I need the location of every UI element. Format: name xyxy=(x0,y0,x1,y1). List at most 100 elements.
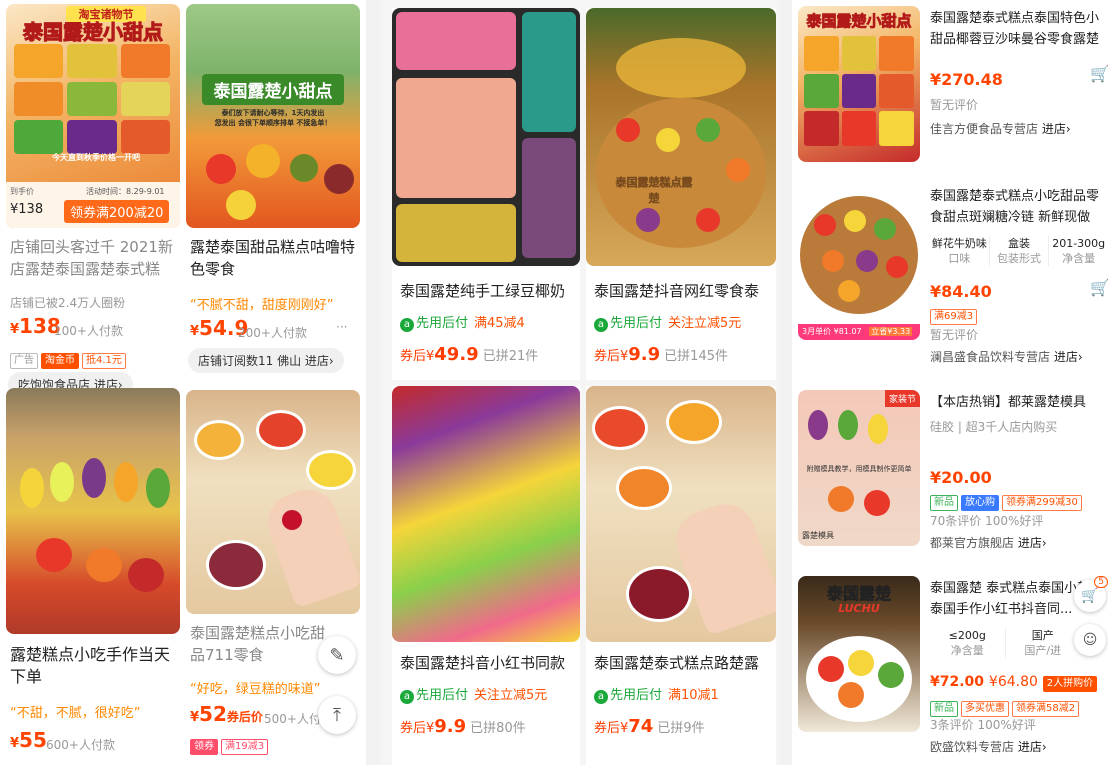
enter-shop-link[interactable]: 进店› xyxy=(1018,740,1047,754)
sold-count: 600+人付款 xyxy=(46,738,115,752)
product-price: ¥55 xyxy=(10,728,47,752)
image-subtitle: LUCHU xyxy=(838,602,880,615)
coupon-tag: 领券满58减2 xyxy=(1012,701,1080,717)
spec-weight: ≤200g 净含量 xyxy=(948,629,986,657)
product-title[interactable]: 泰国露楚泰式糕点泰国特色小甜品椰蓉豆沙味曼谷零食露楚糕... xyxy=(930,8,1108,52)
pay-later-row: a 先用后付 关注立减5元 xyxy=(594,312,741,332)
spec-weight: 201-300g 净含量 xyxy=(1048,236,1108,266)
product-card[interactable]: 泰国露楚小甜点 泰们放下请耐心等待，1天内发出 您发出 会很下单顺序排单 不接急… xyxy=(186,4,360,376)
product-card[interactable]: 泰国露楚泰式糕点路楚露 a 先用后付 满10减1 券后¥74 已拼9件 xyxy=(586,386,776,765)
image-badge: 家装节 xyxy=(884,390,920,407)
spec-row: 鲜花牛奶味 口味 盒装 包装形式 201-300g 净含量 xyxy=(930,236,1108,266)
image-line2: 您发出 会很下单顺序排单 不接急单！ xyxy=(214,119,332,127)
product-grid-panel-middle: 泰国露楚纯手工绿豆椰奶 a 先用后付 满45减4 券后¥49.9 已拼21件 泰国露楚… xyxy=(380,0,780,765)
shop-name: 佳言方便食品专营店 xyxy=(930,122,1039,136)
list-item[interactable]: 家装节 附赠模具教学，用模具制作更简单 露楚模具 【本店热销】都莱露楚模具泰..… xyxy=(792,384,1108,562)
cart-icon[interactable]: 🛒 xyxy=(1090,64,1108,83)
tag-row: 广告 淘金币 抵4.1元 xyxy=(10,348,129,369)
image-date: 活动时间：8.29-9.01 xyxy=(86,187,165,196)
cart-icon[interactable]: 🛒 xyxy=(1090,278,1108,297)
coupon-tag: 领券 xyxy=(190,739,218,755)
pay-later-row: a 先用后付 满10减1 xyxy=(594,684,719,704)
product-image[interactable]: 3月单价 ¥81.07 立省¥3.33 xyxy=(798,184,920,340)
list-item[interactable]: 泰国露楚 LUCHU 泰国露楚 泰式糕点泰国小楚泰国手作小红书抖音同... ≤2… xyxy=(792,570,1108,765)
after-coupon-price: 券后¥49.9 已拼21件 xyxy=(400,344,539,365)
product-price: ¥72.00 ¥64.80 2人拼购价 xyxy=(930,674,1100,692)
image-subtext: 今天直到秋季价格一开吧 xyxy=(52,153,140,162)
review-summary: 70条评价 100%好评 xyxy=(930,514,1044,528)
product-title[interactable]: 泰国露楚抖音网红零食泰 xyxy=(594,280,772,302)
enter-shop-link[interactable]: 进店› xyxy=(1018,536,1047,550)
product-title[interactable]: 店铺回头客过千 2021新店露楚泰国露楚泰式糕 xyxy=(10,236,178,280)
product-subtitle: 硅胶 | 超3千人店内购买 xyxy=(930,420,1058,434)
review-summary: 3条评价 100%好评 xyxy=(930,718,1036,732)
product-list-panel-right: 泰国露楚小甜点 泰国露楚泰式糕点泰国特色小甜品椰蓉豆沙味曼谷零食露楚糕... ¥… xyxy=(792,0,1108,765)
sold-count: 200+人付款 xyxy=(238,326,307,340)
pay-later-row: a 先用后付 关注立减5元 xyxy=(400,684,547,704)
image-text: 附赠模具教学，用模具制作更简单 xyxy=(806,465,912,473)
shop-subscribe-pill[interactable]: 店铺订阅数11 佛山 进店› xyxy=(188,348,344,373)
product-title[interactable]: 泰国露楚泰式糕点路楚露 xyxy=(594,652,772,674)
image-title: 泰国露楚小甜点 xyxy=(806,12,912,31)
product-title[interactable]: 露楚糕点小吃手作当天下单 xyxy=(10,644,178,688)
image-title: 泰国露楚 xyxy=(826,584,892,604)
pay-later-icon: a xyxy=(594,318,608,332)
product-image[interactable]: 泰国露楚小甜点 xyxy=(798,6,920,162)
back-to-top-icon[interactable]: ⤒ xyxy=(318,696,356,734)
spec-origin: 国产 国产/进 xyxy=(1004,628,1081,658)
pay-later-row: a 先用后付 满45减4 xyxy=(400,312,525,332)
product-image[interactable]: 泰国露楚小甜点 泰们放下请耐心等待，1天内发出 您发出 会很下单顺序排单 不接急… xyxy=(186,4,360,228)
shop-row: 澜昌盛食品饮料专营店 进店› xyxy=(930,348,1083,365)
shop-name: 澜昌盛食品饮料专营店 xyxy=(930,350,1051,364)
tag-row: 领券 满19减3 xyxy=(190,734,271,755)
product-image[interactable] xyxy=(186,390,360,614)
product-card[interactable]: 泰国露楚纯手工绿豆椰奶 a 先用后付 满45减4 券后¥49.9 已拼21件 xyxy=(392,8,580,380)
product-title[interactable]: 泰国露楚抖音小红书同款 xyxy=(400,652,578,674)
cart-float-icon[interactable]: 🛒 5 xyxy=(1074,576,1108,612)
product-card[interactable]: 露楚糕点小吃手作当天下单 “不甜，不腻，很好吃” ¥55 600+人付款 xyxy=(6,388,180,765)
enter-shop-link[interactable]: 进店› xyxy=(1054,350,1083,364)
product-title[interactable]: 【本店热销】都莱露楚模具泰... xyxy=(930,392,1108,414)
sold-count: 100+人付款 xyxy=(54,324,123,338)
service-icon[interactable]: ☺ xyxy=(1074,624,1106,656)
shop-row: 欧盛饮料专营店 进店› xyxy=(930,738,1047,755)
product-card[interactable]: 泰国露楚抖音小红书同款 a 先用后付 关注立减5元 券后¥9.9 已拼80件 xyxy=(392,386,580,765)
edit-icon[interactable]: ✎ xyxy=(318,636,356,674)
image-line1: 泰们放下请耐心等待，1天内发出 xyxy=(221,109,325,117)
list-item[interactable]: 3月单价 ¥81.07 立省¥3.33 泰国露楚泰式糕点小吃甜品零食甜点斑斓糖冷… xyxy=(792,178,1108,378)
product-image[interactable]: 淘宝诸物节 泰国露楚小甜点 今天直到秋季价格一开吧 到手价 ¥138 活动时间：… xyxy=(6,4,180,228)
product-title[interactable]: 露楚泰国甜品糕点咕噜特色零食 xyxy=(190,236,358,280)
shop-name: 都莱官方旗舰店 xyxy=(930,536,1015,550)
product-card[interactable]: 淘宝诸物节 泰国露楚小甜点 今天直到秋季价格一开吧 到手价 ¥138 活动时间：… xyxy=(6,4,180,394)
product-image[interactable]: 泰国露楚 LUCHU xyxy=(798,576,920,732)
product-card[interactable]: 泰国露楚糕点露楚 泰国露楚抖音网红零食泰 a 先用后付 关注立减5元 券后¥9.9 已… xyxy=(586,8,776,380)
product-image[interactable] xyxy=(392,386,580,642)
product-title[interactable]: 泰国露楚纯手工绿豆椰奶 xyxy=(400,280,576,302)
list-item[interactable]: 泰国露楚小甜点 泰国露楚泰式糕点泰国特色小甜品椰蓉豆沙味曼谷零食露楚糕... ¥… xyxy=(792,0,1108,170)
product-image[interactable] xyxy=(6,388,180,634)
product-image[interactable] xyxy=(392,8,580,266)
product-slogan: “不甜，不腻，很好吃” xyxy=(10,706,141,721)
enter-shop-link[interactable]: 进店› xyxy=(1042,122,1071,136)
product-title[interactable]: 泰国露楚糕点小吃甜品711零食 xyxy=(190,622,330,666)
tag-row: 新品 放心购 领券满299减30 xyxy=(930,490,1085,511)
more-icon[interactable]: ··· xyxy=(336,320,347,334)
coin-tag: 淘金币 xyxy=(41,353,79,369)
product-grid-panel-left: 淘宝诸物节 泰国露楚小甜点 今天直到秋季价格一开吧 到手价 ¥138 活动时间：… xyxy=(0,0,366,765)
product-image[interactable]: 泰国露楚糕点露楚 xyxy=(586,8,776,266)
image-price: ¥138 xyxy=(10,202,44,217)
image-label: 露楚模具 xyxy=(802,531,834,540)
shop-name: 欧盛饮料专营店 xyxy=(930,740,1015,754)
product-image[interactable] xyxy=(586,386,776,642)
ad-tag: 广告 xyxy=(10,353,38,369)
product-image[interactable]: 家装节 附赠模具教学，用模具制作更简单 露楚模具 xyxy=(798,390,920,546)
member-price-bar: 3月单价 ¥81.07 立省¥3.33 xyxy=(798,324,920,340)
product-price: ¥84.40 xyxy=(930,282,992,301)
product-price: ¥52券后价 xyxy=(190,702,263,726)
product-title[interactable]: 泰国露楚泰式糕点小吃甜品零食甜点斑斓糖冷链 新鲜现做 (露... xyxy=(930,186,1108,230)
after-coupon-price: 券后¥9.9 已拼145件 xyxy=(594,344,728,365)
screenshot-collage: 淘宝诸物节 泰国露楚小甜点 今天直到秋季价格一开吧 到手价 ¥138 活动时间：… xyxy=(0,0,1108,765)
pay-later-icon: a xyxy=(400,690,414,704)
discount-tag: 满69减3 xyxy=(930,309,978,325)
cart-badge: 5 xyxy=(1094,576,1108,588)
